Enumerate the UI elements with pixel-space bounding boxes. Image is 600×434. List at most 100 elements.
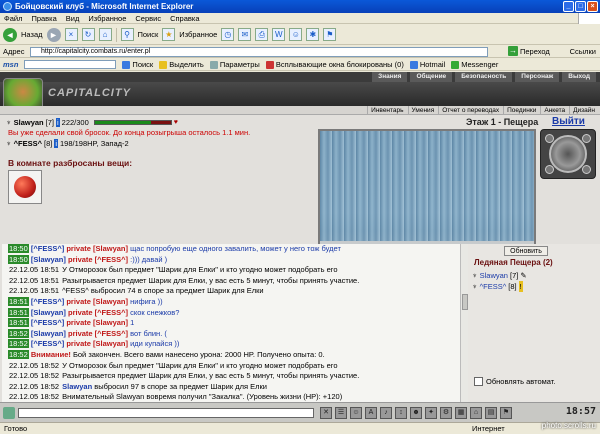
translit-icon[interactable]: A <box>365 407 377 419</box>
refresh-button[interactable]: Обновить <box>504 246 548 256</box>
msn-search-input[interactable] <box>24 60 117 69</box>
links-button[interactable]: Ссылки <box>570 47 596 56</box>
close-button[interactable]: × <box>587 1 598 12</box>
chat-sender[interactable]: [^FESS^] <box>31 318 64 327</box>
search-icon[interactable]: ⚲ <box>120 28 134 41</box>
filter-icon[interactable]: ☰ <box>335 407 347 419</box>
chat-private-tag[interactable]: Внимание! <box>31 350 71 359</box>
back-arrow-icon[interactable]: ◄ <box>3 27 17 42</box>
opponent-name[interactable]: ^FESS^ <box>14 139 42 148</box>
menu-favorites[interactable]: Избранное <box>88 14 126 23</box>
subnav-transfers[interactable]: Отчет о переводах <box>438 106 502 115</box>
subnav-profile[interactable]: Анкета <box>540 106 568 115</box>
smiley-icon[interactable]: ☺ <box>350 407 362 419</box>
gift-icon[interactable]: ✦ <box>425 407 437 419</box>
msn-logo[interactable]: msn <box>3 60 18 69</box>
movement-compass[interactable] <box>540 129 596 179</box>
nav-exit[interactable]: Выход <box>562 72 596 82</box>
menu-file[interactable]: Файл <box>4 14 22 23</box>
refresh-icon[interactable]: ↻ <box>81 28 95 41</box>
menu-edit[interactable]: Правка <box>31 14 56 23</box>
subnav-inventory[interactable]: Инвентарь <box>367 106 406 115</box>
item-tree-ornament[interactable] <box>8 170 42 204</box>
room-member[interactable]: ♆ Slawyan [7] ✎ <box>472 270 527 281</box>
favorites-star-icon[interactable]: ★ <box>162 28 176 41</box>
nav-knowledge[interactable]: Знания <box>372 72 408 82</box>
research-icon[interactable]: ⚑ <box>323 28 337 41</box>
chat-private-tag[interactable]: private [Slawyan] <box>66 339 128 348</box>
chat-private-tag[interactable]: private [^FESS^] <box>68 329 128 338</box>
chat-sender[interactable]: [^FESS^] <box>31 244 64 253</box>
chat-private-tag[interactable]: private [^FESS^] <box>68 308 128 317</box>
favorites-button-label[interactable]: Избранное <box>179 30 217 39</box>
player-name[interactable]: Slawyan <box>14 118 44 127</box>
compass-ne-button[interactable] <box>582 134 591 143</box>
go-button[interactable]: → Переход <box>508 46 550 56</box>
opponent-info-icon[interactable]: i <box>54 139 58 148</box>
settings-gear-icon[interactable]: ⚙ <box>440 407 452 419</box>
messenger-icon[interactable]: ☺ <box>289 28 303 41</box>
chat-say-icon[interactable] <box>3 407 15 419</box>
maximize-button[interactable]: □ <box>575 1 586 12</box>
mail-icon[interactable]: ✉ <box>238 28 252 41</box>
sound-icon[interactable]: ♪ <box>380 407 392 419</box>
auto-refresh-option[interactable]: Обновлять автомат. <box>474 377 555 386</box>
nav-security[interactable]: Безопасность <box>455 72 513 82</box>
nav-character[interactable]: Персонаж <box>515 72 560 82</box>
history-icon[interactable]: ◷ <box>221 28 235 41</box>
hotmail-button[interactable]: Hotmail <box>409 60 445 69</box>
chat-sender[interactable]: [^FESS^] <box>31 339 64 348</box>
home-icon[interactable]: ⌂ <box>98 28 112 41</box>
menu-tools[interactable]: Сервис <box>135 14 161 23</box>
compass-se-button[interactable] <box>582 165 591 174</box>
flag-icon[interactable]: ⚑ <box>500 407 512 419</box>
lock-icon[interactable]: ⌂ <box>470 407 482 419</box>
popup-blocker-button[interactable]: Всплывающие окна блокированы (0) <box>265 60 404 69</box>
map-icon[interactable]: ▦ <box>455 407 467 419</box>
player-info-icon[interactable]: i <box>55 118 60 127</box>
messenger-button[interactable]: Messenger <box>451 60 498 69</box>
back-button-label[interactable]: Назад <box>21 30 43 39</box>
member-name[interactable]: Slawyan <box>480 270 508 281</box>
menu-help[interactable]: Справка <box>170 14 199 23</box>
scroll-icon[interactable]: ↕ <box>395 407 407 419</box>
chat-input[interactable] <box>18 408 314 418</box>
friends-icon[interactable]: ☻ <box>410 407 422 419</box>
chat-sender[interactable]: [Slawyan] <box>31 308 66 317</box>
msn-params-label: Параметры <box>219 59 260 69</box>
word-icon[interactable]: W <box>272 28 286 41</box>
chat-private-tag[interactable]: private [Slawyan] <box>66 297 128 306</box>
member-name[interactable]: ^FESS^ <box>480 281 507 292</box>
clear-chat-icon[interactable]: ✕ <box>320 407 332 419</box>
private-message-icon[interactable]: ✎ <box>520 270 526 281</box>
subnav-design[interactable]: Дизайн <box>569 106 598 115</box>
subnav-fights[interactable]: Поединки <box>503 106 539 115</box>
msn-params-button[interactable]: Параметры <box>209 59 260 69</box>
subnav-skills[interactable]: Умения <box>407 106 438 115</box>
chat-sender[interactable]: [Slawyan] <box>31 255 66 264</box>
chat-private-tag[interactable]: private [Slawyan] <box>66 318 128 327</box>
chat-sender[interactable]: [Slawyan] <box>31 329 66 338</box>
print-icon[interactable]: ⎙ <box>255 28 269 41</box>
auto-refresh-checkbox[interactable] <box>474 377 483 386</box>
room-member[interactable]: ♆ ^FESS^ [8] ! <box>472 281 527 292</box>
stop-icon[interactable]: × <box>64 28 78 41</box>
menu-view[interactable]: Вид <box>66 14 80 23</box>
compass-nw-button[interactable] <box>545 134 554 143</box>
chat-private-tag[interactable]: private [Slawyan] <box>66 244 128 253</box>
plugin-icon[interactable]: ✱ <box>306 28 320 41</box>
address-input[interactable]: http://capitalcity.combats.ru/enter.pl <box>30 47 488 57</box>
chat-sender[interactable]: Slawyan <box>62 382 92 391</box>
book-icon[interactable]: ▤ <box>485 407 497 419</box>
minimize-button[interactable]: _ <box>563 1 574 12</box>
compass-sw-button[interactable] <box>545 165 554 174</box>
forward-arrow-icon[interactable]: ► <box>46 27 61 42</box>
chat-sender[interactable]: [^FESS^] <box>31 297 64 306</box>
nav-communication[interactable]: Общение <box>410 72 453 82</box>
msn-highlight-button[interactable]: Выделить <box>159 60 204 69</box>
exit-link[interactable]: Выйти <box>552 116 585 127</box>
chat-private-tag[interactable]: private [^FESS^] <box>68 255 128 264</box>
search-button-label[interactable]: Поиск <box>138 30 159 39</box>
msn-search-button[interactable]: Поиск <box>122 60 153 69</box>
chat-scrollbar[interactable] <box>460 244 468 402</box>
